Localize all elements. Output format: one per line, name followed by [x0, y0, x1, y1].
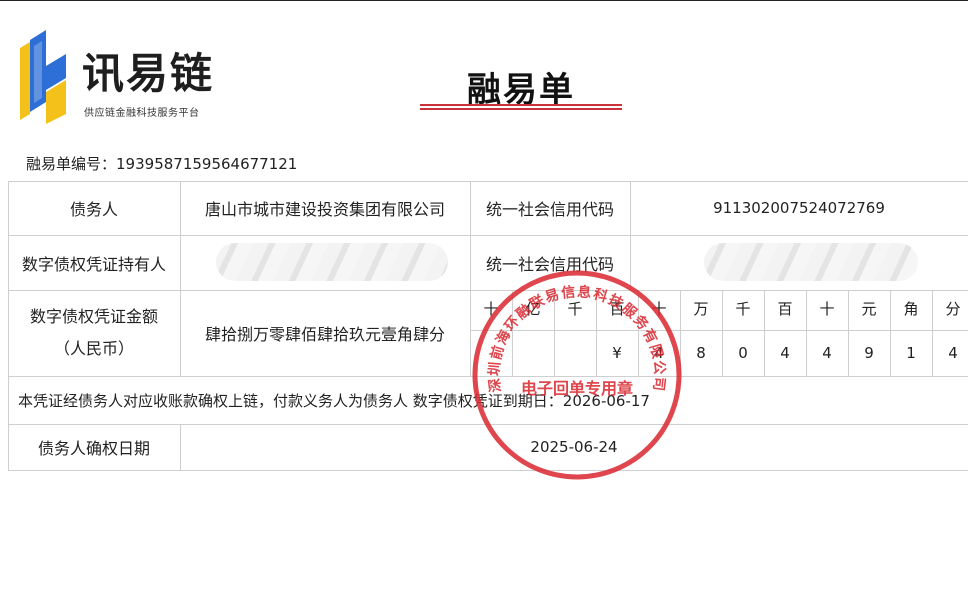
- debtor-credit-code-label: 统一社会信用代码: [485, 200, 614, 219]
- amount-digit-value: ¥: [612, 344, 622, 362]
- debtor-name: 唐山市城市建设投资集团有限公司: [204, 200, 445, 219]
- debtor-credit-code: 911302007524072769: [713, 199, 885, 217]
- brand-tagline: 供应链金融科技服务平台: [84, 108, 200, 119]
- amount-unit-header: 万: [693, 300, 709, 318]
- holder-name-redacted: [216, 243, 448, 281]
- holder-credit-code-redacted: [704, 243, 918, 281]
- amount-digit-value: 1: [906, 344, 916, 362]
- amount-unit-header: 元: [861, 300, 877, 318]
- amount-label-line1: 数字债权凭证金额: [29, 307, 158, 326]
- voucher-note: 本凭证经债务人对应收账款确权上链，付款义务人为债务人 数字债权凭证到期日：202…: [18, 391, 650, 410]
- brand-logo: 讯易链 供应链金融科技服务平台: [16, 26, 216, 130]
- amount-unit-header: 百: [777, 300, 793, 318]
- holder-label: 数字债权凭证持有人: [21, 254, 166, 274]
- document-number-value: 1939587159564677121: [116, 155, 298, 173]
- amount-label-line2: （人民币）: [53, 339, 134, 358]
- brand-name: 讯易链: [82, 49, 215, 98]
- amount-digit-value: 8: [696, 344, 706, 362]
- amount-digit-value: 4: [822, 344, 832, 362]
- title-underline: [420, 104, 622, 106]
- amount-unit-header: 十: [651, 300, 667, 318]
- amount-label: 数字债权凭证金额 （人民币）: [8, 290, 180, 376]
- table-border: [470, 330, 968, 331]
- holder-credit-code-label: 统一社会信用代码: [485, 254, 614, 274]
- confirm-date-label: 债务人确权日期: [37, 439, 150, 458]
- amount-unit-header: 千: [735, 300, 751, 318]
- amount-unit-header: 十: [483, 300, 499, 318]
- amount-digit-value: 4: [654, 344, 664, 362]
- confirm-date: 2025-06-24: [530, 438, 618, 456]
- document-number: 融易单编号：1939587159564677121: [26, 153, 297, 174]
- amount-unit-header: 十: [819, 300, 835, 318]
- table-border: [8, 470, 968, 471]
- amount-digit-value: 0: [738, 344, 748, 362]
- top-border-line: [0, 0, 968, 1]
- amount-in-words: 肆拾捌万零肆佰肆拾玖元壹角肆分: [204, 325, 445, 344]
- amount-unit-header: 千: [567, 300, 583, 318]
- amount-digit-value: 4: [780, 344, 790, 362]
- amount-unit-header: 百: [609, 300, 625, 318]
- amount-unit-header: 分: [945, 300, 961, 318]
- amount-digit-value: 9: [864, 344, 874, 362]
- amount-unit-header: 角: [903, 300, 919, 318]
- title-underline: [420, 108, 622, 110]
- amount-digit-value: 4: [948, 344, 958, 362]
- logo-mark-icon: [20, 30, 66, 124]
- amount-unit-header: 亿: [525, 300, 541, 318]
- document-number-label: 融易单编号：: [26, 155, 117, 173]
- debtor-label: 债务人: [69, 200, 118, 219]
